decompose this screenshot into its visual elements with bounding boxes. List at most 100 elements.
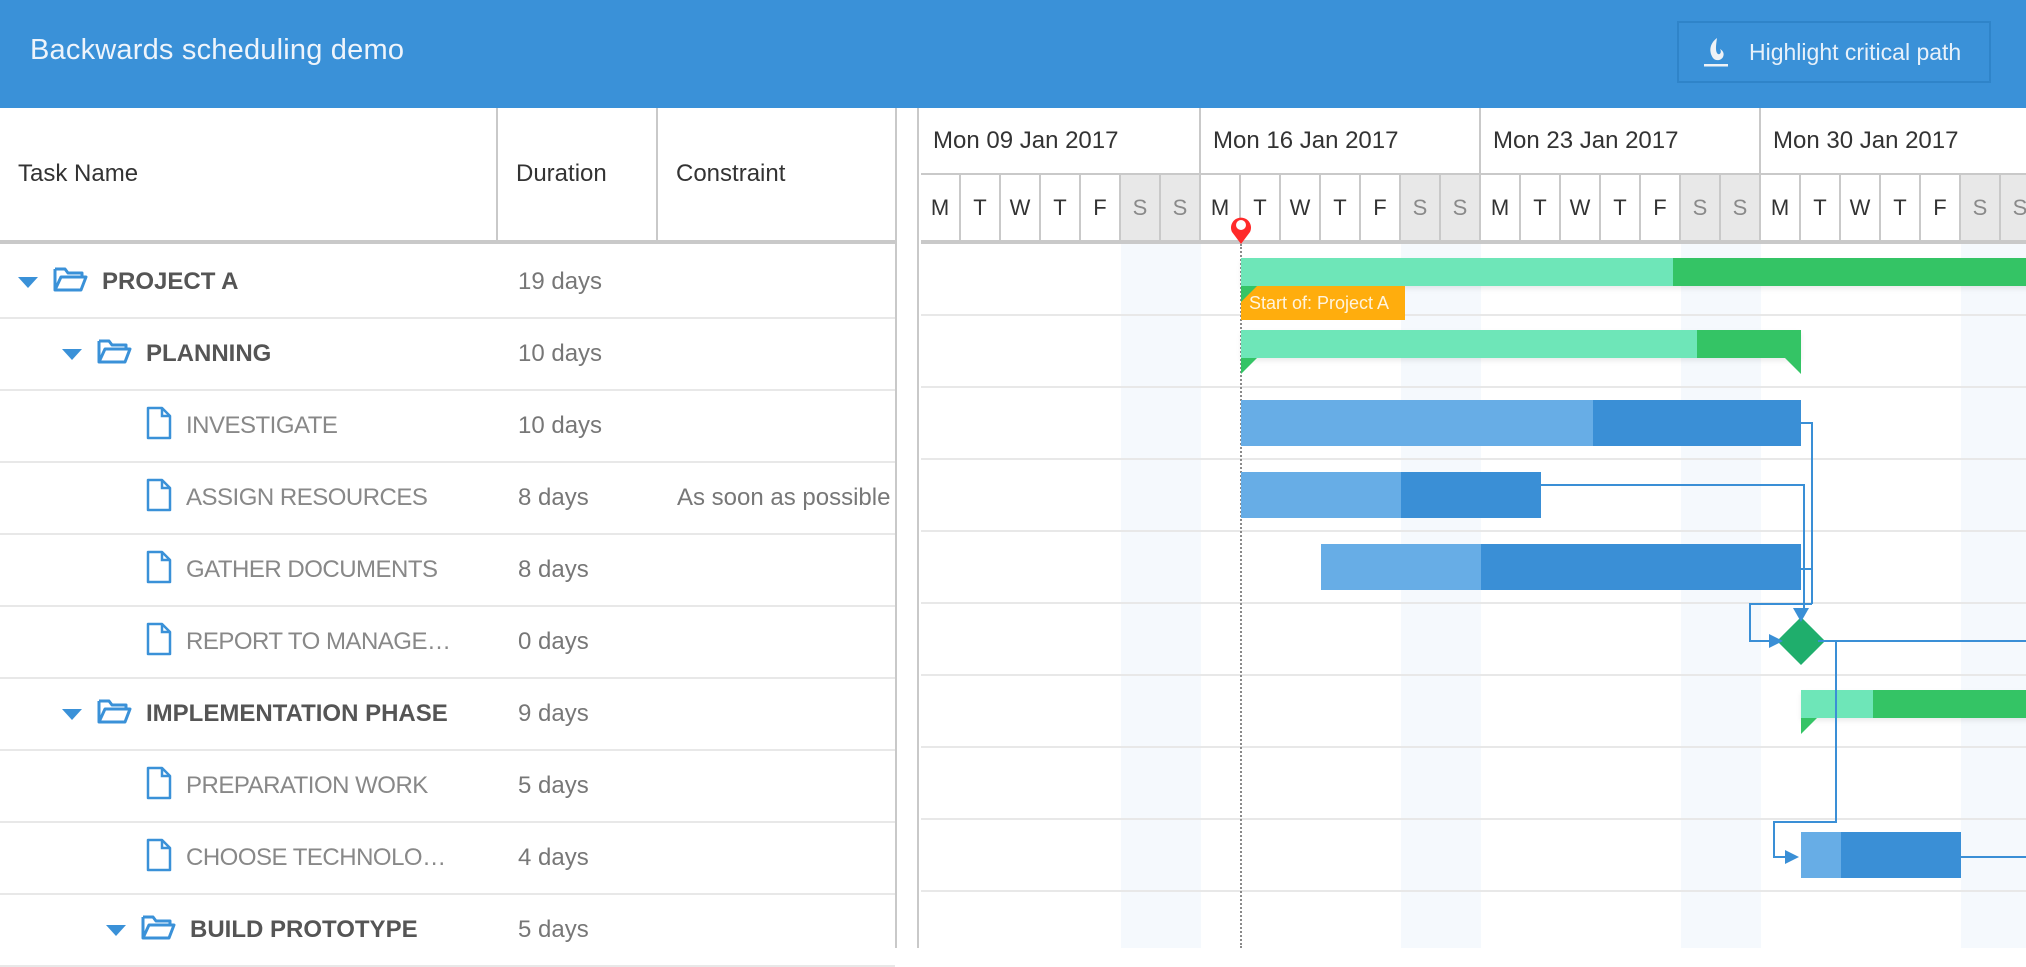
document-icon bbox=[146, 406, 172, 447]
document-icon bbox=[146, 622, 172, 663]
week-header: Mon 30 Jan 2017 bbox=[1761, 108, 2026, 175]
day-header: T bbox=[1801, 175, 1841, 240]
arrow-head-icon bbox=[1769, 634, 1783, 648]
week-header: Mon 16 Jan 2017 bbox=[1201, 108, 1481, 175]
milestone-diamond[interactable] bbox=[1776, 616, 1826, 666]
summary-start-tab bbox=[1241, 286, 1257, 302]
task-name: PLANNING bbox=[146, 340, 272, 367]
table-row[interactable]: PROJECT A 19 days bbox=[0, 247, 895, 319]
day-header: S bbox=[1401, 175, 1441, 240]
app-title: Backwards scheduling demo bbox=[30, 34, 405, 66]
folder-open-icon bbox=[96, 697, 132, 732]
task-grid: Task Name Duration Constraint PROJECT A 1… bbox=[0, 108, 897, 967]
duration-cell: 4 days bbox=[518, 844, 589, 871]
table-row[interactable]: PLANNING 10 days bbox=[0, 319, 895, 391]
highlight-critical-path-label: Highlight critical path bbox=[1749, 38, 1962, 65]
task-name: ASSIGN RESOURCES bbox=[186, 484, 428, 511]
folder-open-icon bbox=[52, 265, 88, 300]
day-header: T bbox=[1321, 175, 1361, 240]
day-header: M bbox=[1481, 175, 1521, 240]
folder-open-icon bbox=[140, 913, 176, 948]
table-row[interactable]: PREPARATION WORK 5 days bbox=[0, 751, 895, 823]
gantt-timeline: Mon 09 Jan 2017 M T W T F S S Mon 16 Jan 2017 M T W… bbox=[921, 108, 2026, 948]
grid-timeline-splitter[interactable] bbox=[897, 108, 919, 948]
dependency-line[interactable] bbox=[1801, 422, 1813, 604]
arrow-head-icon bbox=[1793, 608, 1809, 622]
duration-cell: 5 days bbox=[518, 916, 589, 943]
summary-start-tab bbox=[1801, 718, 1817, 734]
day-header: W bbox=[1001, 175, 1041, 240]
document-icon bbox=[146, 478, 172, 519]
day-header: S bbox=[1161, 175, 1201, 240]
column-header-constraint[interactable]: Constraint bbox=[658, 108, 895, 240]
day-header: S bbox=[2001, 175, 2026, 240]
task-name: IMPLEMENTATION PHASE bbox=[146, 700, 448, 727]
task-name: REPORT TO MANAGE… bbox=[186, 628, 451, 655]
task-name: PREPARATION WORK bbox=[186, 772, 428, 799]
current-time-marker-icon[interactable] bbox=[1228, 214, 1254, 246]
table-row[interactable]: INVESTIGATE 10 days bbox=[0, 391, 895, 463]
task-name: BUILD PROTOTYPE bbox=[190, 916, 418, 943]
collapse-arrow-icon[interactable] bbox=[62, 708, 82, 720]
table-row[interactable]: GATHER DOCUMENTS 8 days bbox=[0, 535, 895, 607]
document-icon bbox=[146, 550, 172, 591]
day-header: W bbox=[1841, 175, 1881, 240]
task-name-cell: PLANNING bbox=[62, 319, 271, 389]
day-header: W bbox=[1561, 175, 1601, 240]
task-name-cell: IMPLEMENTATION PHASE bbox=[62, 679, 448, 749]
day-header: W bbox=[1281, 175, 1321, 240]
dependency-lines bbox=[1241, 286, 2026, 864]
duration-cell: 10 days bbox=[518, 340, 603, 367]
highlight-critical-path-button[interactable]: Highlight critical path bbox=[1677, 21, 1991, 83]
day-header: S bbox=[1721, 175, 1761, 240]
day-header: T bbox=[1881, 175, 1921, 240]
day-header: T bbox=[1521, 175, 1561, 240]
table-row[interactable]: ASSIGN RESOURCES 8 days As soon as possibl… bbox=[0, 463, 895, 535]
task-name: PROJECT A bbox=[102, 268, 239, 295]
task-name: GATHER DOCUMENTS bbox=[186, 556, 438, 583]
collapse-arrow-icon[interactable] bbox=[18, 276, 38, 288]
table-row[interactable]: BUILD PROTOTYPE 5 days bbox=[0, 895, 895, 967]
task-name-cell: PREPARATION WORK bbox=[146, 751, 428, 821]
table-row[interactable]: REPORT TO MANAGE… 0 days bbox=[0, 607, 895, 679]
day-header: M bbox=[921, 175, 961, 240]
document-icon bbox=[146, 838, 172, 879]
dependency-line[interactable] bbox=[1541, 484, 1805, 612]
week-header: Mon 09 Jan 2017 bbox=[921, 108, 1201, 175]
collapse-arrow-icon[interactable] bbox=[62, 348, 82, 360]
task-name: CHOOSE TECHNOLO… bbox=[186, 844, 446, 871]
timeline-body: Start of: Project A bbox=[921, 244, 2026, 948]
task-name-cell: BUILD PROTOTYPE bbox=[106, 895, 418, 965]
duration-cell: 9 days bbox=[518, 700, 589, 727]
day-header: F bbox=[1361, 175, 1401, 240]
summary-end-tab bbox=[1785, 358, 1801, 374]
document-icon bbox=[146, 766, 172, 807]
task-name: INVESTIGATE bbox=[186, 412, 338, 439]
day-header: F bbox=[1081, 175, 1121, 240]
table-row[interactable]: CHOOSE TECHNOLO… 4 days bbox=[0, 823, 895, 895]
flame-icon bbox=[1704, 38, 1728, 67]
duration-cell: 8 days bbox=[518, 556, 589, 583]
day-header: S bbox=[1121, 175, 1161, 240]
day-header: T bbox=[1041, 175, 1081, 240]
column-header-duration[interactable]: Duration bbox=[498, 108, 656, 240]
task-name-cell: CHOOSE TECHNOLO… bbox=[146, 823, 446, 893]
timeline-header: Mon 09 Jan 2017 M T W T F S S Mon 16 Jan 2017 M T W… bbox=[921, 108, 2026, 244]
duration-cell: 0 days bbox=[518, 628, 589, 655]
week-header: Mon 23 Jan 2017 bbox=[1481, 108, 1761, 175]
grid-header: Task Name Duration Constraint bbox=[0, 108, 895, 244]
column-header-task-name[interactable]: Task Name bbox=[0, 108, 497, 240]
task-name-cell: GATHER DOCUMENTS bbox=[146, 535, 438, 605]
task-name-cell: INVESTIGATE bbox=[146, 391, 338, 461]
summary-start-tab bbox=[1241, 358, 1257, 374]
task-name-cell: PROJECT A bbox=[18, 247, 238, 317]
app-header: Backwards scheduling demo Highlight crit… bbox=[0, 0, 2026, 108]
table-row[interactable]: IMPLEMENTATION PHASE 9 days bbox=[0, 679, 895, 751]
day-header: S bbox=[1681, 175, 1721, 240]
folder-open-icon bbox=[96, 337, 132, 372]
day-header: S bbox=[1961, 175, 2001, 240]
dependency-line[interactable] bbox=[1773, 641, 1837, 858]
duration-cell: 8 days bbox=[518, 484, 589, 511]
task-name-cell: ASSIGN RESOURCES bbox=[146, 463, 428, 533]
collapse-arrow-icon[interactable] bbox=[106, 924, 126, 936]
